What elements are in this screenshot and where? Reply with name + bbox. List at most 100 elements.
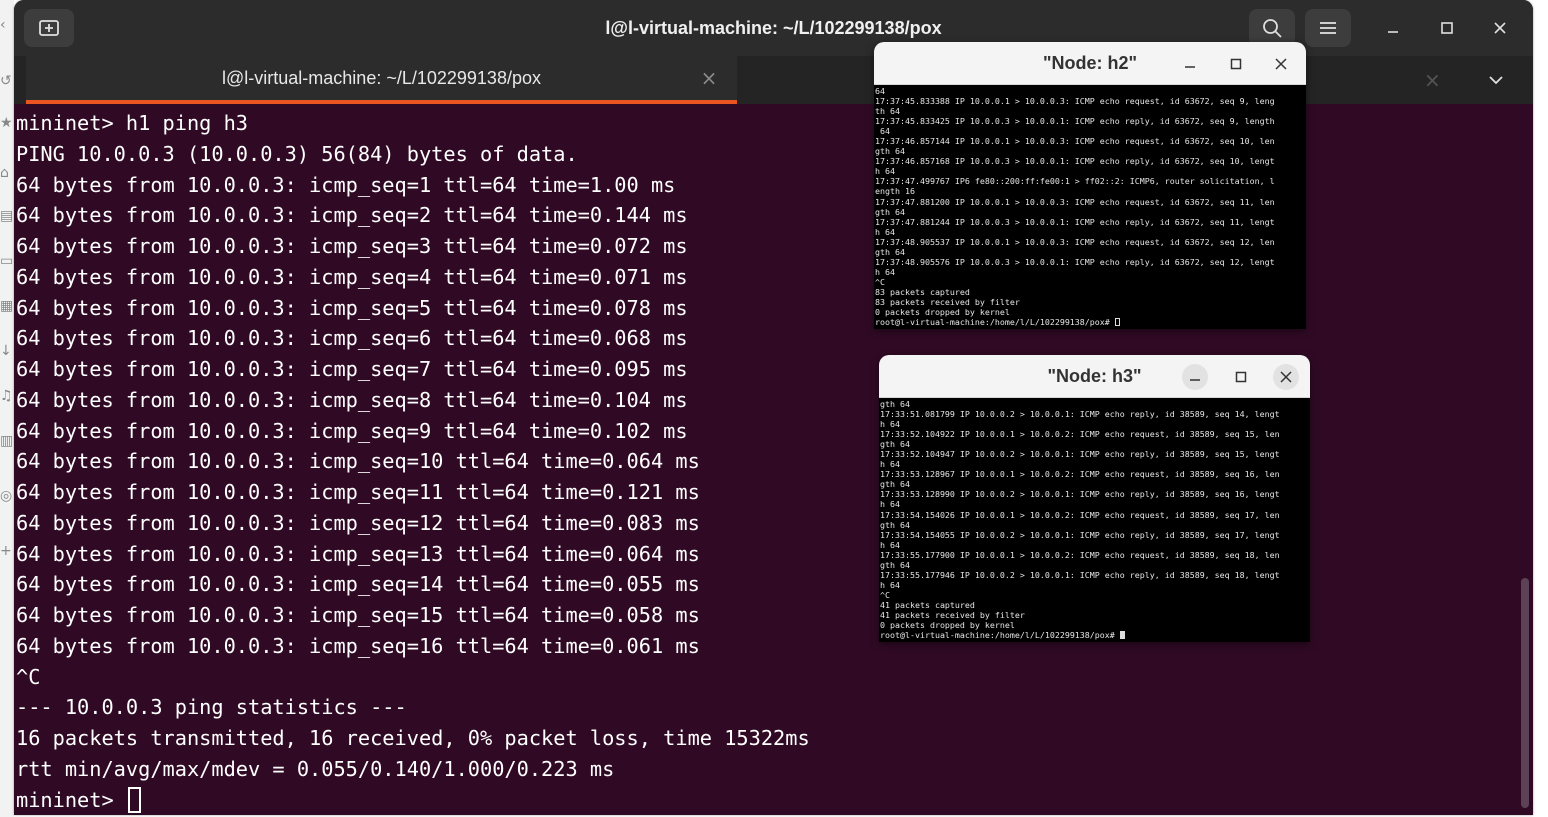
terminal-line: 17:33:52.104922 IP 10.0.0.1 > 10.0.0.2: … [880, 429, 1280, 440]
close-button[interactable] [1484, 12, 1516, 44]
terminal-line: ength 16 [875, 186, 915, 197]
terminal-line: 17:33:54.154055 IP 10.0.0.2 > 10.0.0.1: … [880, 529, 1280, 540]
node-h3-titlebar: "Node: h3" [879, 355, 1310, 398]
dock-downloads-icon[interactable]: ↓ [0, 340, 14, 362]
terminal-line: ^C [875, 276, 885, 287]
terminal-line: h 64 [880, 539, 900, 550]
terminal-line: gth 64 [880, 399, 910, 409]
dock-strip: ‹ ↺ ★ ⌂ ▤ ▭ ▦ ↓ ♫ ▥ ◎ + [0, 0, 14, 817]
dock-documents-icon[interactable]: ▦ [0, 295, 14, 317]
minimize-button[interactable] [1377, 12, 1409, 44]
maximize-icon [1235, 371, 1247, 383]
prompt-line[interactable]: root@l-virtual-machine:/home/l/L/1022991… [875, 317, 1306, 327]
search-icon [1263, 19, 1282, 38]
terminal-line: gth 64 [875, 206, 905, 217]
tab-dropdown-button[interactable] [1488, 70, 1512, 90]
terminal-line: 0 packets dropped by kernel [880, 620, 1015, 631]
hamburger-menu-button[interactable] [1305, 9, 1351, 47]
terminal-line: 17:33:52.104947 IP 10.0.0.2 > 10.0.0.1: … [880, 449, 1280, 460]
close-icon [1275, 58, 1287, 70]
terminal-line: 64 bytes from 10.0.0.3: icmp_seq=16 ttl=… [16, 633, 700, 658]
prompt-text: root@l-virtual-machine:/home/l/L/1022991… [880, 630, 1120, 641]
dock-home-icon[interactable]: ⌂ [0, 162, 14, 184]
terminal-line: 64 [875, 86, 885, 96]
terminal-line: h 64 [875, 226, 895, 237]
terminal-line: 64 bytes from 10.0.0.3: icmp_seq=14 ttl=… [16, 572, 700, 597]
maximize-icon [1230, 58, 1242, 70]
terminal-line: th 64 [875, 106, 900, 117]
maximize-icon [1441, 22, 1453, 34]
prompt-line[interactable]: mininet> [16, 785, 810, 816]
terminal-line: 64 bytes from 10.0.0.3: icmp_seq=13 ttl=… [16, 541, 700, 566]
tab-close-icon[interactable]: × [1424, 70, 1441, 90]
terminal-line: 83 packets received by filter [875, 296, 1020, 307]
maximize-button[interactable] [1431, 12, 1463, 44]
terminal-line: 64 bytes from 10.0.0.3: icmp_seq=12 ttl=… [16, 510, 700, 535]
close-icon [1280, 371, 1292, 383]
dock-history-icon[interactable]: ↺ [0, 70, 14, 92]
terminal-line: gth 64 [875, 146, 905, 157]
terminal-line: ^C [880, 589, 890, 600]
terminal-line: --- 10.0.0.3 ping statistics --- [16, 695, 407, 720]
dock-music-icon[interactable]: ♫ [0, 385, 14, 407]
dock-disk-icon[interactable]: ◎ [0, 485, 14, 507]
tab-main[interactable]: l@l-virtual-machine: ~/L/102299138/pox × [26, 56, 737, 104]
terminal-output[interactable]: mininet> h1 ping h3 PING 10.0.0.3 (10.0.0… [16, 108, 810, 815]
terminal-line: 64 bytes from 10.0.0.3: icmp_seq=4 ttl=6… [16, 264, 688, 289]
terminal-line: rtt min/avg/max/mdev = 0.055/0.140/1.000… [16, 756, 615, 781]
node-h2-maximize-button[interactable] [1223, 51, 1249, 77]
terminal-line: 64 bytes from 10.0.0.3: icmp_seq=10 ttl=… [16, 449, 700, 474]
terminal-line: h 64 [880, 419, 900, 430]
terminal-line: gth 64 [880, 439, 910, 450]
terminal-line: 17:33:55.177900 IP 10.0.0.1 > 10.0.0.2: … [880, 549, 1280, 560]
node-h3-close-button[interactable] [1273, 364, 1299, 390]
prompt-text: mininet> [16, 787, 126, 812]
dock-files-icon[interactable]: ▤ [0, 205, 14, 227]
terminal-line: 64 bytes from 10.0.0.3: icmp_seq=15 ttl=… [16, 603, 700, 627]
text-cursor [1119, 631, 1125, 640]
terminal-line: 41 packets captured [880, 599, 975, 610]
terminal-line: ^C [16, 664, 41, 689]
dock-add-icon[interactable]: + [0, 540, 14, 562]
dock-trash-icon[interactable]: ▥ [0, 430, 14, 452]
terminal-line: 17:37:46.857168 IP 10.0.0.3 > 10.0.0.1: … [875, 156, 1275, 167]
terminal-line: 17:33:53.128990 IP 10.0.0.2 > 10.0.0.1: … [880, 489, 1280, 500]
dock-star-icon[interactable]: ★ [0, 112, 14, 134]
node-h2-window: "Node: h2" 64 17:37:45.833388 IP 10.0.0.1… [874, 42, 1306, 329]
terminal-line: 17:37:48.905576 IP 10.0.0.3 > 10.0.0.1: … [875, 256, 1275, 267]
node-h2-titlebar: "Node: h2" [874, 42, 1306, 85]
terminal-line: h 64 [880, 579, 900, 590]
terminal-line: 64 bytes from 10.0.0.3: icmp_seq=7 ttl=6… [16, 357, 688, 381]
terminal-line: gth 64 [875, 246, 905, 257]
terminal-line: h 64 [875, 166, 895, 177]
text-cursor [1114, 318, 1120, 327]
node-h2-minimize-button[interactable] [1177, 51, 1203, 77]
dock-app-icon[interactable]: ‹ [0, 14, 14, 36]
node-h2-close-button[interactable] [1268, 51, 1294, 77]
terminal-line: 64 bytes from 10.0.0.3: icmp_seq=5 ttl=6… [16, 295, 688, 320]
terminal-line: 64 bytes from 10.0.0.3: icmp_seq=9 ttl=6… [16, 418, 688, 443]
terminal-line: 16 packets transmitted, 16 received, 0% … [16, 726, 810, 750]
terminal-line: gth 64 [880, 519, 910, 530]
terminal-line: 64 bytes from 10.0.0.3: icmp_seq=3 ttl=6… [16, 234, 688, 258]
node-h2-terminal-output[interactable]: 64 17:37:45.833388 IP 10.0.0.1 > 10.0.0.3… [875, 86, 1306, 327]
dock-desktop-icon[interactable]: ▭ [0, 250, 14, 272]
terminal-line: 64 bytes from 10.0.0.3: icmp_seq=1 ttl=6… [16, 172, 676, 197]
node-h3-minimize-button[interactable] [1182, 364, 1208, 390]
node-h3-terminal-output[interactable]: gth 64 17:33:51.081799 IP 10.0.0.2 > 10.0… [880, 399, 1310, 640]
terminal-line: 64 bytes from 10.0.0.3: icmp_seq=6 ttl=6… [16, 326, 688, 351]
terminal-line: 64 bytes from 10.0.0.3: icmp_seq=11 ttl=… [16, 480, 700, 504]
chevron-down-icon [1489, 76, 1503, 85]
node-h3-maximize-button[interactable] [1228, 364, 1254, 390]
terminal-line: 64 bytes from 10.0.0.3: icmp_seq=8 ttl=6… [16, 387, 688, 412]
close-icon [1494, 22, 1506, 34]
tab-close-icon[interactable]: × [699, 68, 719, 88]
terminal-line: 17:33:53.128967 IP 10.0.0.1 > 10.0.0.2: … [880, 469, 1280, 480]
terminal-line: 17:37:47.881200 IP 10.0.0.1 > 10.0.0.3: … [875, 196, 1275, 207]
terminal-line: h 64 [880, 459, 900, 470]
prompt-line[interactable]: root@l-virtual-machine:/home/l/L/1022991… [880, 630, 1310, 640]
terminal-line: gth 64 [880, 479, 910, 490]
terminal-line: 64 bytes from 10.0.0.3: icmp_seq=2 ttl=6… [16, 203, 688, 228]
terminal-scrollbar[interactable] [1521, 578, 1529, 808]
terminal-line: 17:37:45.833425 IP 10.0.0.3 > 10.0.0.1: … [875, 116, 1275, 127]
